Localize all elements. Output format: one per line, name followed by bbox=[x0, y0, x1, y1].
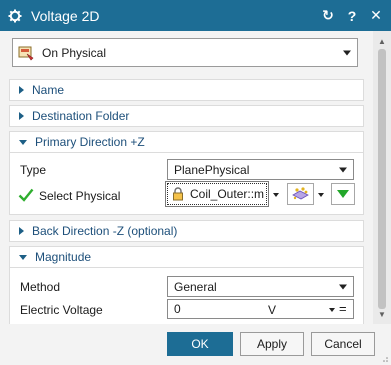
green-down-arrow-icon bbox=[337, 190, 349, 198]
section-name-label: Name bbox=[32, 83, 65, 97]
type-dropdown[interactable]: PlanePhysical bbox=[167, 159, 354, 180]
collapse-arrow-icon bbox=[19, 139, 27, 145]
select-physical-label: Select Physical bbox=[39, 189, 121, 203]
type-label: Type bbox=[20, 163, 47, 177]
select-physical-field[interactable]: Coil_Outer::m bbox=[165, 181, 269, 207]
section-primary-direction[interactable]: Primary Direction +Z bbox=[9, 131, 364, 153]
scrollbar-thumb[interactable] bbox=[378, 49, 386, 309]
method-dropdown-value: General bbox=[174, 279, 217, 294]
type-dropdown-value: PlanePhysical bbox=[174, 162, 250, 177]
window-title: Voltage 2D bbox=[31, 7, 100, 24]
selection-filter-icon bbox=[291, 187, 309, 200]
equals-icon[interactable]: = bbox=[339, 301, 347, 316]
section-magnitude-label: Magnitude bbox=[35, 250, 92, 264]
select-dropdown-icon[interactable] bbox=[273, 193, 279, 197]
method-dropdown[interactable]: General bbox=[167, 276, 354, 297]
expand-arrow-icon bbox=[19, 86, 24, 94]
section-back-label: Back Direction -Z (optional) bbox=[32, 224, 178, 238]
type-selector-dropdown[interactable]: On Physical bbox=[12, 38, 358, 67]
electric-voltage-input[interactable]: 0 V = bbox=[167, 299, 354, 319]
method-label: Method bbox=[20, 280, 61, 294]
cancel-button[interactable]: Cancel bbox=[311, 332, 375, 356]
section-destination-label: Destination Folder bbox=[32, 109, 130, 123]
section-primary-label: Primary Direction +Z bbox=[35, 135, 145, 149]
select-physical-value: Coil_Outer::m bbox=[190, 187, 265, 201]
expand-arrow-icon bbox=[19, 112, 24, 120]
filter-dropdown-icon[interactable] bbox=[318, 193, 324, 197]
lock-icon bbox=[173, 187, 183, 201]
collapse-arrow-icon bbox=[19, 254, 27, 260]
expand-arrow-icon bbox=[19, 227, 24, 235]
gear-icon bbox=[8, 9, 22, 23]
chevron-down-icon bbox=[339, 284, 347, 289]
section-name[interactable]: Name bbox=[9, 79, 364, 101]
electric-voltage-value: 0 bbox=[174, 302, 181, 316]
chevron-down-icon bbox=[339, 167, 347, 172]
help-icon[interactable]: ? bbox=[345, 8, 359, 24]
scroll-up-icon[interactable]: ▲ bbox=[373, 33, 391, 49]
unit-dropdown-icon[interactable] bbox=[329, 308, 335, 312]
voltage-unit[interactable]: V bbox=[268, 303, 276, 317]
section-destination-folder[interactable]: Destination Folder bbox=[9, 105, 364, 127]
reverse-direction-button[interactable] bbox=[331, 183, 355, 205]
selection-filter-button[interactable] bbox=[287, 183, 314, 205]
reset-icon[interactable]: ↻ bbox=[321, 7, 335, 24]
section-magnitude[interactable]: Magnitude bbox=[9, 246, 364, 268]
apply-button[interactable]: Apply bbox=[240, 332, 304, 356]
check-icon bbox=[18, 188, 34, 202]
dialog-footer: OK Apply Cancel bbox=[0, 324, 391, 365]
title-bar: Voltage 2D ↻ ? ✕ bbox=[0, 0, 391, 31]
physical-object-icon bbox=[18, 46, 34, 60]
scroll-down-icon[interactable]: ▼ bbox=[373, 306, 391, 322]
type-selector-value: On Physical bbox=[42, 45, 107, 60]
section-back-direction[interactable]: Back Direction -Z (optional) bbox=[9, 220, 364, 242]
ok-button[interactable]: OK bbox=[167, 332, 233, 356]
vertical-scrollbar[interactable]: ▲ ▼ bbox=[373, 31, 391, 324]
resize-grip-icon[interactable] bbox=[380, 354, 388, 362]
chevron-down-icon bbox=[343, 50, 351, 55]
electric-voltage-label: Electric Voltage bbox=[20, 303, 103, 317]
close-icon[interactable]: ✕ bbox=[369, 7, 383, 24]
